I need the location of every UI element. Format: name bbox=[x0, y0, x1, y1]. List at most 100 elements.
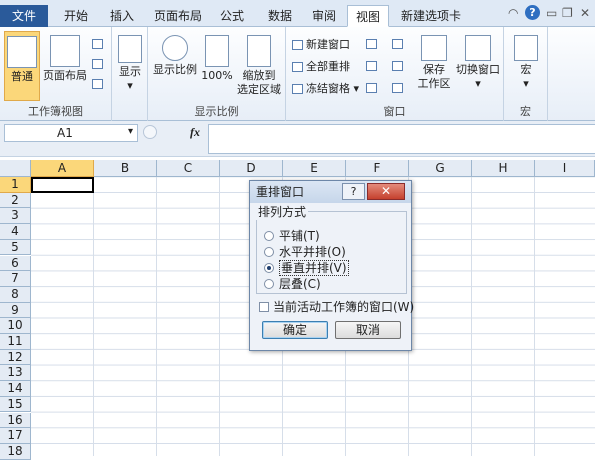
cancel-button[interactable]: 取消 bbox=[335, 321, 401, 339]
expand-icon[interactable] bbox=[143, 125, 157, 139]
tab-insert[interactable]: 插入 bbox=[104, 5, 140, 27]
arrange-all-button[interactable]: 全部重排 bbox=[292, 59, 350, 75]
tab-review[interactable]: 审阅 bbox=[306, 5, 342, 27]
zoom-to-selection-button[interactable]: 缩放到 选定区域 bbox=[236, 35, 282, 97]
window-close-icon[interactable]: ✕ bbox=[580, 6, 590, 20]
zoom-100-button[interactable]: 100% bbox=[200, 35, 234, 83]
full-screen-icon[interactable] bbox=[92, 79, 103, 89]
column-header-h[interactable]: H bbox=[472, 160, 535, 177]
help-icon[interactable]: ? bbox=[525, 5, 540, 20]
macros-icon bbox=[514, 35, 538, 61]
view-side-by-side-icon[interactable] bbox=[392, 39, 403, 49]
new-window-label: 新建窗口 bbox=[306, 38, 350, 51]
ribbon-tab-bar: 文件 开始 插入 页面布局 公式 数据 审阅 视图 新建选项卡 ◠ ? ▭ ❐ … bbox=[0, 0, 595, 27]
column-header-d[interactable]: D bbox=[220, 160, 283, 177]
dialog-help-button[interactable]: ? bbox=[342, 183, 365, 200]
tab-view[interactable]: 视图 bbox=[347, 5, 389, 27]
dialog-close-button[interactable]: ✕ bbox=[367, 183, 405, 200]
page-break-preview-icon[interactable] bbox=[92, 39, 103, 49]
switch-windows-label: 切换窗口 bbox=[456, 63, 500, 76]
window-minimize-icon[interactable]: ▭ bbox=[546, 6, 557, 20]
tab-new[interactable]: 新建选项卡 bbox=[396, 5, 466, 27]
show-icon bbox=[118, 35, 142, 63]
row-header-10[interactable]: 10 bbox=[0, 318, 31, 334]
hide-window-icon[interactable] bbox=[366, 61, 377, 71]
radio-cascade[interactable]: 层叠(C) bbox=[264, 277, 321, 292]
column-header-i[interactable]: I bbox=[535, 160, 595, 177]
tab-file[interactable]: 文件 bbox=[0, 5, 48, 27]
normal-view-button[interactable]: 普通 bbox=[4, 31, 40, 101]
tab-data[interactable]: 数据 bbox=[262, 5, 298, 27]
insert-function-icon[interactable]: fx bbox=[190, 125, 200, 140]
arrange-all-label: 全部重排 bbox=[306, 60, 350, 73]
row-header-16[interactable]: 16 bbox=[0, 412, 31, 429]
switch-windows-icon bbox=[465, 35, 491, 61]
normal-view-label: 普通 bbox=[11, 70, 33, 83]
active-workbook-checkbox[interactable]: 当前活动工作簿的窗口(W) bbox=[259, 298, 414, 315]
row-header-11[interactable]: 11 bbox=[0, 334, 31, 350]
row-header-17[interactable]: 17 bbox=[0, 428, 31, 444]
row-header-9[interactable]: 9 bbox=[0, 302, 31, 319]
row-header-7[interactable]: 7 bbox=[0, 271, 31, 287]
arrange-all-icon bbox=[292, 62, 303, 72]
row-header-12[interactable]: 12 bbox=[0, 349, 31, 366]
group-label-window: 窗口 bbox=[383, 105, 406, 118]
page-layout-view-label: 页面布局 bbox=[43, 69, 87, 82]
radio-horizontal[interactable]: 水平并排(O) bbox=[264, 245, 346, 260]
new-window-button[interactable]: 新建窗口 bbox=[292, 37, 350, 53]
row-header-8[interactable]: 8 bbox=[0, 286, 31, 303]
unhide-window-icon[interactable] bbox=[366, 83, 377, 93]
row-header-1[interactable]: 1 bbox=[0, 177, 31, 193]
column-header-c[interactable]: C bbox=[157, 160, 220, 177]
zoom-button[interactable]: 显示比例 bbox=[152, 35, 198, 77]
ok-button[interactable]: 确定 bbox=[262, 321, 328, 339]
page-layout-view-button[interactable]: 页面布局 bbox=[42, 35, 88, 83]
column-header-b[interactable]: B bbox=[94, 160, 157, 177]
split-icon[interactable] bbox=[366, 39, 377, 49]
normal-view-icon bbox=[7, 36, 37, 68]
radio-tiled[interactable]: 平铺(T) bbox=[264, 229, 320, 244]
formula-input[interactable] bbox=[208, 124, 595, 154]
minimize-ribbon-icon[interactable]: ◠ bbox=[508, 6, 518, 20]
window-restore-icon[interactable]: ❐ bbox=[562, 6, 573, 20]
column-header-f[interactable]: F bbox=[346, 160, 409, 177]
name-box-dropdown-icon[interactable]: ▾ bbox=[128, 126, 133, 137]
show-button[interactable]: 显示 ▾ bbox=[115, 35, 145, 93]
sync-scroll-icon[interactable] bbox=[392, 61, 403, 71]
row-header-5[interactable]: 5 bbox=[0, 239, 31, 256]
magnifier-icon bbox=[162, 35, 188, 61]
macros-button[interactable]: 宏 ▾ bbox=[510, 35, 542, 91]
freeze-panes-button[interactable]: 冻结窗格 ▾ bbox=[292, 81, 359, 97]
page-layout-view-icon bbox=[50, 35, 80, 67]
column-header-e[interactable]: E bbox=[283, 160, 346, 177]
zoom-selection-icon bbox=[247, 35, 271, 67]
row-header-2[interactable]: 2 bbox=[0, 192, 31, 209]
radio-vertical[interactable]: 垂直并排(V) bbox=[264, 260, 349, 276]
column-header-g[interactable]: G bbox=[409, 160, 472, 177]
custom-views-icon[interactable] bbox=[92, 59, 103, 69]
select-all-corner[interactable] bbox=[0, 160, 31, 177]
arrange-windows-dialog: 重排窗口 ? ✕ 排列方式 平铺(T) 水平并排(O) 垂直并排(V) 层叠(C… bbox=[249, 180, 414, 351]
tab-page-layout[interactable]: 页面布局 bbox=[152, 5, 204, 27]
freeze-panes-label: 冻结窗格 bbox=[306, 82, 350, 95]
zoom-selection-label-2: 选定区域 bbox=[237, 83, 281, 96]
save-workspace-button[interactable]: 保存 工作区 bbox=[414, 35, 454, 91]
row-header-3[interactable]: 3 bbox=[0, 208, 31, 225]
tab-formulas[interactable]: 公式 bbox=[214, 5, 250, 27]
row-header-13[interactable]: 13 bbox=[0, 365, 31, 382]
column-header-a[interactable]: A bbox=[31, 160, 94, 177]
row-header-14[interactable]: 14 bbox=[0, 381, 31, 397]
switch-windows-button[interactable]: 切换窗口 ▾ bbox=[454, 35, 502, 91]
freeze-panes-icon bbox=[292, 84, 303, 94]
row-header-6[interactable]: 6 bbox=[0, 255, 31, 272]
active-cell-cursor[interactable] bbox=[31, 177, 94, 193]
checkbox-box bbox=[259, 301, 269, 312]
reset-position-icon[interactable] bbox=[392, 83, 403, 93]
tab-home[interactable]: 开始 bbox=[58, 5, 94, 27]
name-box[interactable]: A1 bbox=[4, 124, 138, 142]
zoom-100-label: 100% bbox=[201, 69, 233, 82]
radio-vertical-dot bbox=[264, 262, 274, 273]
row-header-15[interactable]: 15 bbox=[0, 396, 31, 413]
row-header-18[interactable]: 18 bbox=[0, 443, 31, 460]
row-header-4[interactable]: 4 bbox=[0, 224, 31, 240]
